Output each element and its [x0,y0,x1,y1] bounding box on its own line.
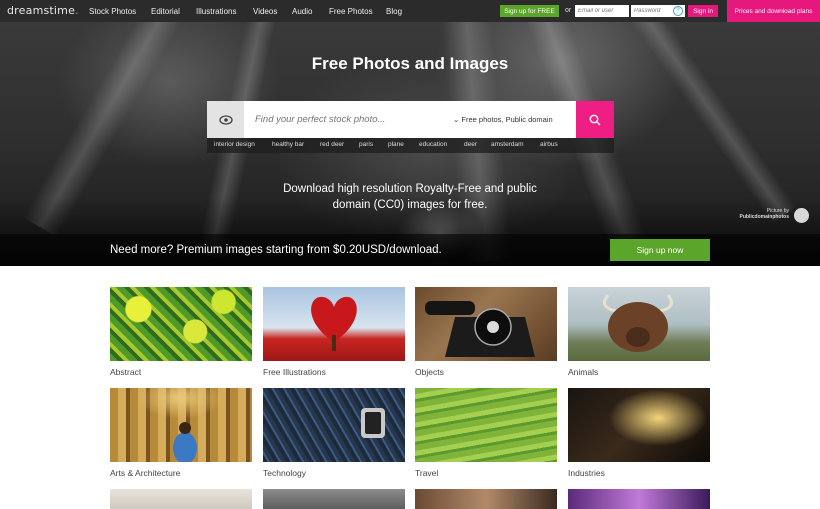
or-label: or [565,7,572,14]
search-icon [589,114,601,125]
thumbnail-image[interactable] [263,489,405,509]
thumbnail-image[interactable] [415,388,557,462]
chevron-down-icon: ⌄ [453,115,460,124]
nav-editorial[interactable]: Editorial [151,7,180,16]
thumbnail-image[interactable] [263,287,405,361]
category-card-abstract[interactable]: Abstract [110,287,252,377]
prices-button[interactable]: Prices and download plans [727,0,820,22]
tag-link[interactable]: plane [388,141,404,148]
thumbnail-image[interactable] [415,287,557,361]
category-card-industries[interactable]: Industries [568,388,710,478]
tag-link[interactable]: deer [464,141,477,148]
thumbnail-image[interactable] [415,489,557,509]
tag-link[interactable]: education [419,141,447,148]
nav-illustrations[interactable]: Illustrations [196,7,236,16]
category-label[interactable]: Industries [568,468,605,478]
category-label[interactable]: Animals [568,367,598,377]
category-label[interactable]: Arts & Architecture [110,468,180,478]
page-title: Free Photos and Images [311,54,509,73]
tag-link[interactable]: airbus [540,141,558,148]
thumbnail-image[interactable] [568,388,710,462]
tag-link[interactable]: healthy bar [272,141,304,148]
thumbnail-image[interactable] [110,388,252,462]
thumbnail-image[interactable] [568,287,710,361]
search-button[interactable] [576,101,614,138]
search-bar: ⌄ Free photos, Public domain [207,101,614,138]
hero-subtitle: Download high resolution Royalty-Free an… [283,183,537,211]
thumbnail-image[interactable] [110,489,252,509]
category-label[interactable]: Free Illustrations [263,367,326,377]
category-card-animals[interactable]: Animals [568,287,710,377]
eye-icon[interactable] [207,101,244,138]
signup-now-button[interactable]: Sign up now [610,239,710,261]
category-card-travel[interactable]: Travel [415,388,557,478]
category-card[interactable] [110,489,252,509]
category-card[interactable] [415,489,557,509]
search-input[interactable] [255,101,445,138]
nav-audio[interactable]: Audio [292,7,312,16]
nav-free-photos[interactable]: Free Photos [329,7,373,16]
category-label[interactable]: Travel [415,468,438,478]
nav-stock-photos[interactable]: Stock Photos [89,7,136,16]
popular-tags: interior design healthy bar red deer par… [207,138,614,153]
category-label[interactable]: Objects [415,367,444,377]
thumbnail-image[interactable] [110,287,252,361]
dreamstime-logo[interactable]: dreamstime. [7,4,79,17]
filter-label: Free photos, Public domain [461,115,553,124]
promo-text: Need more? Premium images starting from … [110,244,442,256]
tag-link[interactable]: red deer [320,141,344,148]
tag-link[interactable]: paris [359,141,373,148]
tag-link[interactable]: amsterdam [491,141,524,148]
license-filter-dropdown[interactable]: ⌄ Free photos, Public domain [453,115,553,124]
email-field[interactable] [575,5,629,17]
category-card-objects[interactable]: Objects [415,287,557,377]
signin-button[interactable]: Sign in [688,5,718,17]
category-card[interactable] [263,489,405,509]
picture-credit[interactable]: Picture by Publicdomainphotos [727,208,789,220]
tag-link[interactable]: interior design [214,141,255,148]
thumbnail-image[interactable] [263,388,405,462]
help-icon[interactable]: ? [673,6,683,16]
nav-videos[interactable]: Videos [253,7,277,16]
avatar[interactable] [794,208,809,223]
signup-free-button[interactable]: Sign up for FREE [500,5,559,17]
hero-banner: Free Photos and Images ⌄ Free photos, Pu… [0,22,820,266]
nav-blog[interactable]: Blog [386,7,402,16]
top-bar: dreamstime. Stock Photos Editorial Illus… [0,0,820,22]
category-card-arts-architecture[interactable]: Arts & Architecture [110,388,252,478]
category-label[interactable]: Abstract [110,367,141,377]
category-card-free-illustrations[interactable]: Free Illustrations [263,287,405,377]
category-label[interactable]: Technology [263,468,306,478]
thumbnail-image[interactable] [568,489,710,509]
premium-promo-bar: Need more? Premium images starting from … [0,234,820,266]
category-card[interactable] [568,489,710,509]
category-card-technology[interactable]: Technology [263,388,405,478]
